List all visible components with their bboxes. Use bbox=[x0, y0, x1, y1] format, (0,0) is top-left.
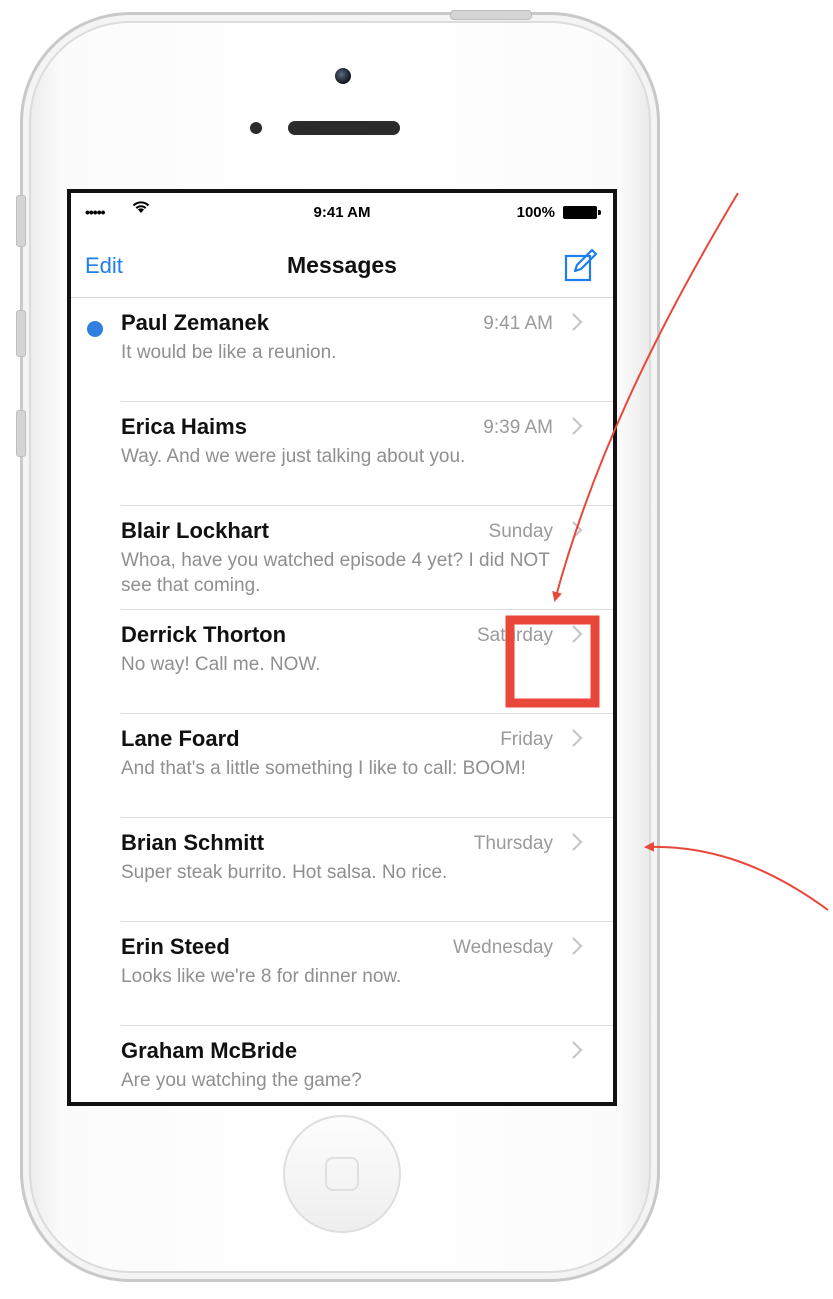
contact-name: Graham McBride bbox=[121, 1038, 298, 1063]
proximity-sensor bbox=[250, 122, 262, 134]
contact-name: Blair Lockhart bbox=[121, 518, 269, 543]
page-title: Messages bbox=[287, 252, 397, 278]
chevron-right-icon bbox=[572, 729, 583, 747]
message-preview: It would be like a reunion. bbox=[121, 342, 337, 363]
conversation-row[interactable]: Lane Foard Friday And that's a little some… bbox=[71, 714, 613, 818]
compose-icon[interactable] bbox=[561, 245, 601, 285]
message-preview: Looks like we're 8 for dinner now. bbox=[121, 966, 402, 987]
home-square-icon bbox=[325, 1157, 359, 1191]
power-button bbox=[450, 10, 532, 20]
unread-indicator bbox=[87, 321, 103, 337]
message-time: Friday bbox=[500, 729, 553, 750]
volume-up-button bbox=[16, 310, 26, 357]
conversation-row[interactable]: Derrick Thorton Saturday No way! Call me. … bbox=[71, 610, 613, 714]
conversation-list: Paul Zemanek 9:41 AM It would be like a re… bbox=[71, 298, 613, 1102]
message-preview: Way. And we were just talking about you. bbox=[121, 446, 466, 467]
message-time: Thursday bbox=[473, 833, 553, 854]
conversation-row[interactable]: Blair Lockhart Sunday Whoa, have you watch… bbox=[71, 506, 613, 610]
front-camera bbox=[335, 68, 351, 84]
chevron-right-icon bbox=[572, 417, 583, 435]
message-time: 9:41 AM bbox=[483, 313, 553, 334]
phone-screen: ••••• 9:41 AM 100% Edit Messages Paul Ze… bbox=[67, 189, 617, 1106]
message-preview: Super steak burrito. Hot salsa. No rice. bbox=[121, 862, 448, 883]
battery-percentage: 100% bbox=[516, 204, 555, 221]
chevron-right-icon bbox=[572, 521, 583, 539]
conversation-row[interactable]: Graham McBride Are you watching the game? bbox=[71, 1026, 613, 1102]
mute-switch bbox=[16, 195, 26, 247]
navigation-bar: Edit Messages bbox=[71, 237, 613, 298]
annotation-arrow-right bbox=[644, 841, 829, 911]
message-preview: No way! Call me. NOW. bbox=[121, 654, 321, 675]
volume-down-button bbox=[16, 410, 26, 457]
message-time: Saturday bbox=[476, 625, 553, 646]
contact-name: Erica Haims bbox=[121, 414, 247, 439]
chevron-right-icon bbox=[572, 625, 583, 643]
home-button[interactable] bbox=[283, 1115, 401, 1233]
chevron-right-icon bbox=[572, 1041, 583, 1059]
battery-icon bbox=[563, 206, 601, 219]
message-preview: Whoa, have you watched episode 4 yet? I … bbox=[121, 550, 550, 596]
contact-name: Erin Steed bbox=[121, 934, 230, 959]
status-bar: ••••• 9:41 AM 100% bbox=[71, 193, 613, 237]
contact-name: Paul Zemanek bbox=[121, 310, 269, 335]
chevron-right-icon bbox=[572, 833, 583, 851]
conversation-row[interactable]: Erica Haims 9:39 AM Way. And we were just … bbox=[71, 402, 613, 506]
earpiece-speaker bbox=[288, 121, 400, 135]
contact-name: Derrick Thorton bbox=[121, 622, 287, 647]
message-time: Wednesday bbox=[453, 937, 553, 958]
message-time: 9:39 AM bbox=[483, 417, 553, 438]
conversation-row[interactable]: Erin Steed Wednesday Looks like we're 8 fo… bbox=[71, 922, 613, 1026]
conversation-row[interactable]: Brian Schmitt Thursday Super steak burrito… bbox=[71, 818, 613, 922]
message-preview: Are you watching the game? bbox=[121, 1070, 362, 1091]
message-preview: And that's a little something I like to … bbox=[121, 758, 526, 779]
message-time: Sunday bbox=[488, 521, 553, 542]
chevron-right-icon bbox=[572, 937, 583, 955]
contact-name: Brian Schmitt bbox=[121, 830, 265, 855]
conversation-row[interactable]: Paul Zemanek 9:41 AM It would be like a re… bbox=[71, 298, 613, 402]
chevron-right-icon bbox=[572, 313, 583, 331]
contact-name: Lane Foard bbox=[121, 726, 240, 751]
